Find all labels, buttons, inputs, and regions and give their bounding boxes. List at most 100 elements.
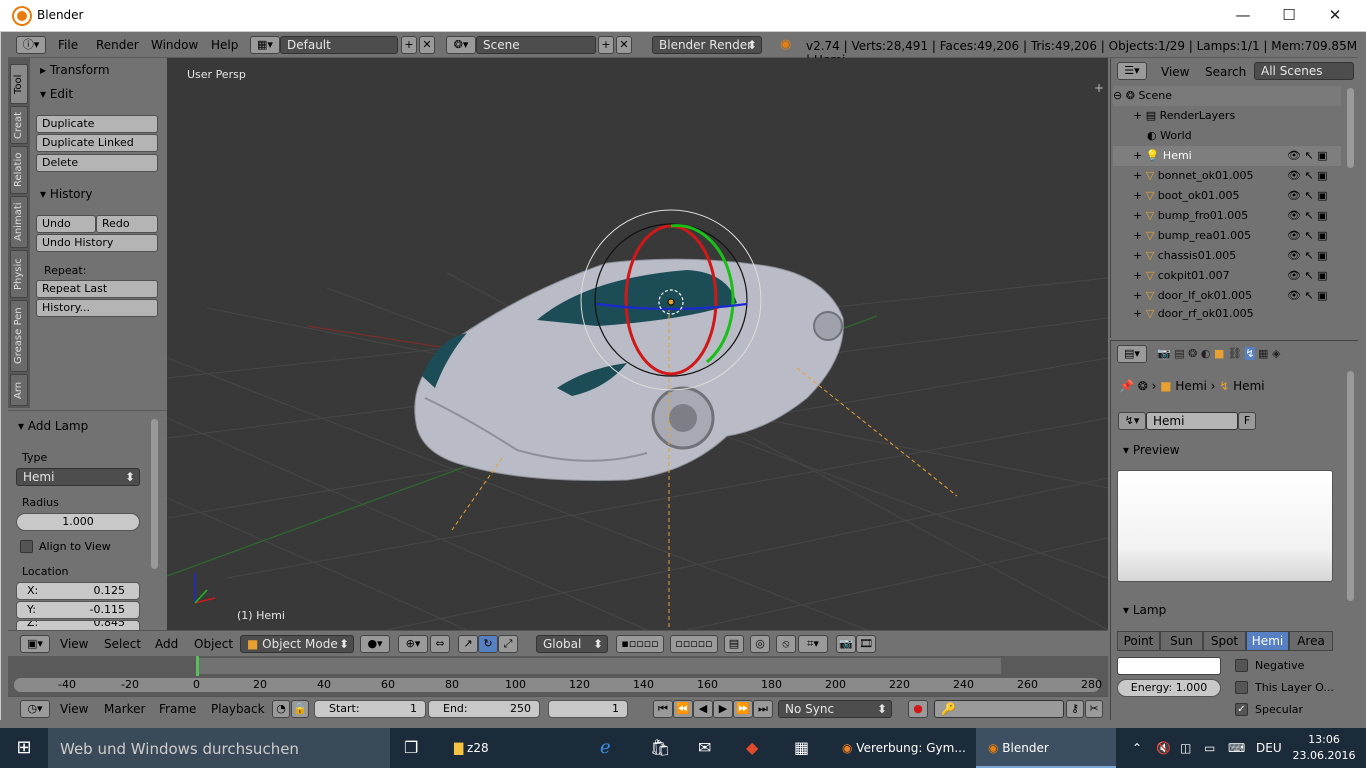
vp-menu-add[interactable]: Add (155, 637, 178, 651)
tl-menu-playback[interactable]: Playback (211, 702, 265, 716)
tab-grease-pencil[interactable]: Grease Pen (10, 300, 28, 372)
jump-start-icon[interactable]: ⏮ (653, 700, 673, 718)
snap-element-icon[interactable]: ⌗▾ (798, 635, 828, 653)
pivot-select-icon[interactable]: ⊕▾ (398, 635, 428, 653)
location-x-field[interactable]: X: 0.125 (16, 582, 140, 600)
calculator-icon[interactable]: ▦ (794, 728, 818, 768)
delete-key-icon[interactable]: ✂ (1085, 700, 1103, 718)
outliner-menu-search[interactable]: Search (1205, 65, 1246, 79)
panel-transform-header[interactable]: ▸ Transform (40, 63, 110, 77)
tab-animation[interactable]: Animati (10, 196, 28, 248)
tab-tool[interactable]: Tool (10, 64, 28, 104)
lock-icon[interactable]: 🔒 (291, 700, 309, 718)
properties-editor-icon[interactable]: ▤▾ (1117, 345, 1147, 363)
outliner-row[interactable]: + ▤ RenderLayers (1113, 106, 1341, 126)
radius-field[interactable]: 1.000 (16, 513, 140, 531)
current-frame-field[interactable]: 1 (548, 700, 628, 718)
3d-view-editor-icon[interactable]: ▣▾ (20, 635, 50, 653)
expand-icon[interactable]: + (1133, 289, 1146, 302)
network-icon[interactable]: ◫ (1180, 728, 1196, 768)
expand-icon[interactable]: + (1133, 307, 1146, 320)
pin-icon[interactable]: 📌 (1119, 379, 1138, 393)
minimize-button[interactable]: — (1220, 0, 1266, 32)
world-tab-icon[interactable]: ◐ (1201, 347, 1211, 360)
3d-viewport[interactable]: User Persp (1) Hemi + (167, 58, 1108, 630)
tab-physics[interactable]: Physic (10, 250, 28, 298)
menu-render[interactable]: Render (96, 38, 139, 52)
scene-field[interactable]: Scene (476, 36, 596, 54)
keying-set-field[interactable]: 🔑 (934, 700, 1064, 718)
tray-chevron-icon[interactable]: ⌃ (1132, 728, 1148, 768)
texture-tab-icon[interactable]: ▦ (1258, 347, 1268, 360)
tl-menu-frame[interactable]: Frame (159, 702, 196, 716)
lamp-type-sun[interactable]: Sun (1160, 631, 1203, 651)
expand-icon[interactable]: + (1133, 189, 1146, 202)
outliner-scrollbar[interactable] (1347, 88, 1354, 168)
proportional-edit-icon[interactable]: ◎ (750, 635, 770, 653)
this-layer-checkbox[interactable] (1235, 681, 1248, 694)
lamp-type-select[interactable]: Hemi ⬍ (16, 468, 140, 486)
windows-start-icon[interactable]: ⊞ (0, 728, 48, 768)
render-engine-select[interactable]: Blender Render ⬍ (652, 36, 762, 54)
maximize-button[interactable]: ☐ (1266, 0, 1312, 32)
outliner-menu-view[interactable]: View (1161, 65, 1189, 79)
vp-menu-object[interactable]: Object (194, 637, 233, 651)
scene-icon[interactable]: ❂▾ (446, 36, 476, 54)
repeat-last-button[interactable]: Repeat Last (36, 280, 158, 298)
taskbar-folder[interactable]: ▇ z28 (442, 728, 552, 768)
energy-field[interactable]: Energy: 1.000 (1117, 679, 1221, 697)
jump-end-icon[interactable]: ⏭ (753, 700, 773, 718)
panel-history-header[interactable]: ▾ History (40, 187, 93, 201)
insert-key-icon[interactable]: ⚷ (1066, 700, 1084, 718)
outliner-row[interactable]: ⊖ ❂ Scene (1113, 86, 1341, 106)
lamp-browse-icon[interactable]: ↯▾ (1118, 412, 1146, 430)
volume-mute-icon[interactable]: 🔇 (1156, 728, 1172, 768)
tl-menu-marker[interactable]: Marker (104, 702, 145, 716)
snap-toggle-icon[interactable]: ⦸ (776, 635, 796, 653)
task-view-icon[interactable]: ❐ (404, 728, 428, 768)
lamp-type-spot[interactable]: Spot (1203, 631, 1246, 651)
constraints-tab-icon[interactable]: ⛓ (1228, 347, 1242, 360)
rotate-icon[interactable]: ↻ (478, 635, 498, 653)
timeline-editor-icon[interactable]: ◷▾ (20, 700, 50, 718)
record-icon[interactable]: ● (908, 700, 928, 718)
layout-icon[interactable]: ▦▾ (250, 36, 280, 54)
notifications-icon[interactable]: ▭ (1204, 728, 1220, 768)
manipulator-toggle-icon[interactable]: ⇔ (430, 635, 450, 653)
object-tab-icon[interactable]: ■ (1214, 347, 1224, 360)
taskbar-firefox[interactable]: ◉ Vererbung: Gym... (832, 728, 972, 768)
jump-key-back-icon[interactable]: ⏪ (673, 700, 693, 718)
language-indicator[interactable]: DEU (1256, 728, 1282, 768)
panel-scrollbar[interactable] (151, 419, 158, 569)
outliner-row[interactable]: ◐ World (1113, 126, 1341, 146)
outliner-filter-select[interactable]: All Scenes (1254, 62, 1354, 80)
location-y-field[interactable]: Y: -0.115 (16, 601, 140, 619)
menu-help[interactable]: Help (211, 38, 238, 52)
start-frame-field[interactable]: Start: 1 (314, 700, 426, 718)
store-icon[interactable]: 🛍 (650, 728, 674, 768)
orientation-select[interactable]: Global ⬍ (536, 635, 608, 653)
scene-remove-icon[interactable]: ✕ (616, 36, 632, 54)
negative-checkbox[interactable] (1235, 659, 1248, 672)
layout-remove-icon[interactable]: ✕ (419, 36, 435, 54)
lamp-panel-header[interactable]: ▾ Lamp (1123, 603, 1166, 617)
jump-key-forward-icon[interactable]: ⏩ (733, 700, 753, 718)
search-box[interactable]: Web und Windows durchsuchen (48, 728, 390, 768)
mode-select[interactable]: ■ Object Mode ⬍ (240, 635, 354, 653)
expand-icon[interactable]: + (1133, 109, 1146, 122)
outliner-editor-icon[interactable]: ☰▾ (1117, 62, 1147, 80)
undo-history-button[interactable]: Undo History (36, 234, 158, 252)
lamp-color-swatch[interactable] (1117, 657, 1221, 675)
menu-file[interactable]: File (58, 38, 78, 52)
align-view-checkbox[interactable] (20, 540, 33, 553)
tab-arn[interactable]: Arn (10, 374, 28, 406)
expand-icon[interactable]: + (1133, 269, 1146, 282)
timeline[interactable]: -40 -20 0 20 40 60 80 100 120 140 160 18… (8, 656, 1108, 696)
lamp-type-hemi[interactable]: Hemi (1246, 631, 1289, 651)
opengl-anim-icon[interactable]: 🎞 (856, 635, 876, 653)
redo-button[interactable]: Redo (96, 215, 158, 233)
play-reverse-icon[interactable]: ◀ (693, 700, 713, 718)
expand-icon[interactable]: + (1133, 249, 1146, 262)
vp-menu-view[interactable]: View (60, 637, 88, 651)
opengl-render-icon[interactable]: 📷 (836, 635, 856, 653)
